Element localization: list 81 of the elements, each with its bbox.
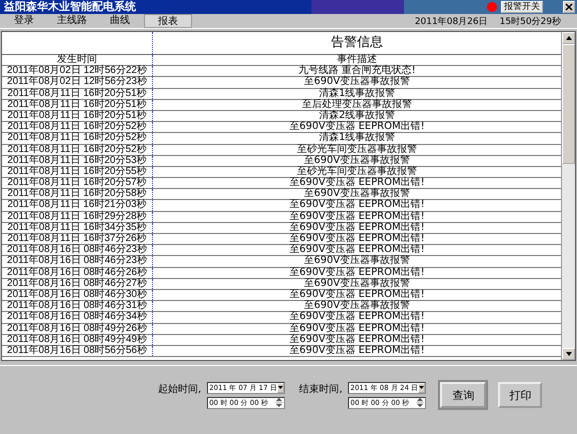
table-cell-text: 至后处理变压器事故报警 (301, 100, 413, 110)
scrollbar[interactable] (561, 32, 575, 360)
table-cell: 2011年08月11日 16时20分52秒 (2, 122, 153, 132)
dropdown-button[interactable] (276, 382, 284, 392)
current-date: 2011年08月26日 (414, 16, 488, 28)
table-cell: 2011年08月11日 16时20分53秒 (2, 156, 153, 166)
scroll-down-button[interactable] (562, 348, 575, 360)
menu-tab[interactable]: 主线路 (48, 14, 96, 28)
down-arrow-icon (278, 386, 284, 389)
up-arrow-icon (566, 36, 572, 40)
menu-tab[interactable]: 报表 (144, 14, 192, 28)
table-cell: 2011年08月02日 12时56分22秒 (2, 66, 153, 76)
spinner-arrows-icon[interactable] (275, 398, 284, 407)
table-cell-text: 清森2线事故报警 (318, 110, 396, 121)
table-cell: 2011年08月11日 16时20分57秒 (2, 178, 153, 188)
table-cell: 2011年08月16日 08时46分26秒 (2, 268, 153, 278)
menu-tab[interactable]: 曲线 (96, 14, 144, 28)
table-cell-text: 至690V变压器 EEPROM出错! (288, 334, 426, 345)
table-cell: 2011年08月16日 08时56分56秒 (2, 346, 153, 356)
alarm-toggle-button[interactable]: 报警开关 (501, 1, 543, 13)
table-cell-text: 至690V变压器 EEPROM出错! (288, 290, 426, 300)
table-cell-text: 至690V变压器 EEPROM出错! (288, 346, 426, 356)
table-cell-text: 九号线路 重合闸充电状态! (297, 66, 417, 76)
table-cell-text: 至690V变压器 EEPROM出错! (288, 222, 426, 233)
alarm-indicator-icon (487, 2, 497, 12)
down-arrow-icon (419, 386, 424, 389)
table-cell: 2011年08月02日 12时56分23秒 (2, 77, 153, 88)
table-cell-text: 至690V变压器事故报警 (303, 301, 410, 312)
print-button[interactable]: 打印 (498, 382, 542, 408)
table-cell: 2011年08月11日 16时21分03秒 (2, 200, 153, 211)
table-cell-text: 至690V变压器 EEPROM出错! (288, 212, 426, 222)
scroll-thumb[interactable] (562, 44, 575, 164)
table-cell: 2011年08月11日 16时20分52秒 (2, 144, 153, 155)
table-cell: 2011年08月16日 08时46分23秒 (2, 256, 153, 267)
field-label: 起始时间, (158, 382, 202, 396)
table-cell-text: 至690V变压器事故报警 (303, 156, 410, 166)
dropdown-button[interactable] (418, 382, 426, 392)
scroll-up-button[interactable] (562, 32, 575, 44)
table-cell-text: 清森1线事故报警 (318, 133, 396, 144)
table-cell: 2011年08月11日 16时29分28秒 (2, 212, 153, 222)
window-title: 益阳森华木业智能配电系统 (3, 0, 136, 14)
table-cell: 2011年08月16日 08时46分34秒 (2, 312, 153, 322)
table-cell-text: 至690V变压器事故报警 (303, 278, 410, 289)
down-arrow-icon (566, 352, 572, 356)
table-cell-text: 至690V变压器 EEPROM出错! (288, 268, 426, 278)
table-cell-text: 至砂光车间变压器事故报警 (296, 166, 418, 177)
table-cell-text: 至690V变压器事故报警 (303, 256, 411, 266)
table-cell-text: 至690V变压器 EEPROM出错! (288, 324, 426, 334)
table-cell: 2011年08月16日 08时46分30秒 (2, 290, 153, 300)
table-cell-text: 至690V变压器 EEPROM出错! (288, 234, 426, 244)
table-cell-text: 至690V变压器 EEPROM出错! (288, 200, 426, 210)
table-cell-text: 至690V变压器事故报警 (303, 189, 410, 200)
table-cell-text: 至690V变压器 EEPROM出错! (288, 178, 426, 188)
spinner-arrows-icon[interactable] (416, 398, 424, 407)
table-cell: 2011年08月16日 08时46分31秒 (2, 301, 153, 312)
table-cell-text: 至690V变压器 EEPROM出错! (288, 312, 426, 322)
table-cell-text: 至690V变压器 EEPROM出错! (288, 245, 426, 256)
column-header: 发生时间 (2, 55, 153, 66)
table-cell: 2011年08月11日 16时37分26秒 (2, 234, 153, 244)
report-title: 告警信息 (330, 34, 384, 52)
table-cell-text: 至690V变压器事故报警 (303, 77, 411, 88)
table-cell: 2011年08月11日 16时34分35秒 (2, 222, 153, 233)
column-header: 事件描述 (336, 55, 377, 65)
menu-tab[interactable]: 登录 (0, 14, 48, 28)
table-cell: 2011年08月16日 08时49分49秒 (2, 334, 153, 345)
table-cell: 2011年08月16日 08时46分23秒 (2, 245, 153, 256)
table-cell: 2011年08月11日 16时20分51秒 (2, 88, 153, 99)
table-cell: 2011年08月11日 16时20分51秒 (2, 110, 153, 122)
field-label: 结束时间, (299, 382, 342, 396)
current-time: 15时50分29秒 (500, 16, 561, 28)
table-cell: 2011年08月16日 08时46分27秒 (2, 278, 153, 289)
table-cell: 2011年08月16日 08时49分26秒 (2, 324, 153, 334)
table-cell: 2011年08月11日 16时20分52秒 (2, 133, 153, 144)
query-button[interactable]: 查询 (440, 382, 486, 408)
table-cell: 2011年08月11日 16时20分55秒 (2, 166, 153, 178)
table-cell: 2011年08月11日 16时20分58秒 (2, 189, 153, 200)
close-button[interactable] (563, 1, 575, 13)
table-cell-text: 清森1线事故报警 (318, 88, 396, 99)
table-cell-text: 至690V变压器 EEPROM出错! (288, 122, 426, 132)
table-cell: 2011年08月11日 16时20分51秒 (2, 100, 153, 110)
table-cell-text: 至砂光车间变压器事故报警 (296, 144, 418, 154)
